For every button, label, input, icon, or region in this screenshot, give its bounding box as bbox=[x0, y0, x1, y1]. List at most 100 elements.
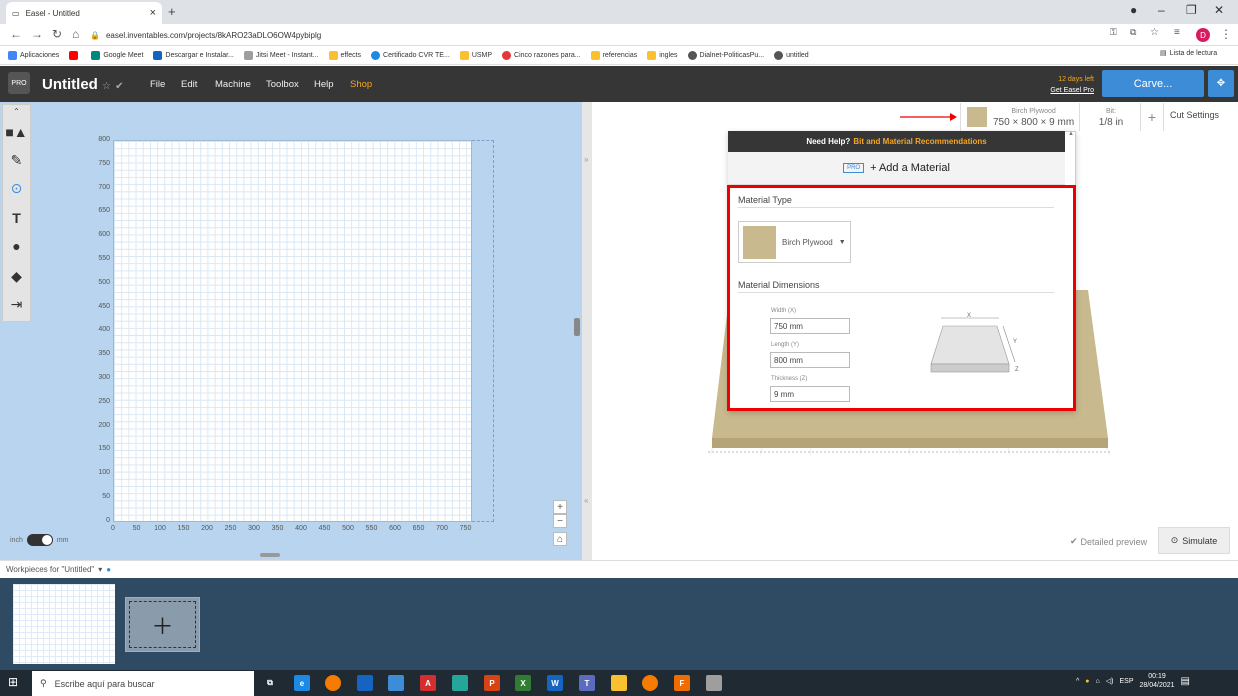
taskbar-search[interactable]: ⚲ Escribe aquí para buscar bbox=[32, 671, 254, 696]
new-tab-button[interactable]: + bbox=[168, 4, 176, 19]
add-bit-button[interactable]: + bbox=[1140, 103, 1164, 131]
carve-button[interactable]: Carve... bbox=[1102, 70, 1204, 97]
material-type-select[interactable]: Birch Plywood ▼ bbox=[738, 221, 851, 263]
excel-icon[interactable]: X bbox=[515, 675, 531, 691]
cut-settings-button[interactable]: Cut Settings bbox=[1170, 110, 1219, 120]
work-area-grid[interactable] bbox=[113, 140, 472, 522]
unit-switch[interactable] bbox=[26, 534, 53, 546]
bookmark-item[interactable]: Certificado CVR TE... bbox=[371, 50, 450, 60]
zoom-in-button[interactable]: + bbox=[553, 500, 567, 514]
key-icon[interactable]: ⚿ bbox=[1110, 27, 1117, 38]
volume-icon[interactable]: ◁) bbox=[1106, 677, 1114, 685]
language-indicator[interactable]: ESP bbox=[1119, 678, 1133, 685]
paint-icon[interactable] bbox=[706, 675, 722, 691]
app-f-icon[interactable]: F bbox=[674, 675, 690, 691]
bookmark-item[interactable]: ingles bbox=[647, 50, 678, 60]
popup-scroll-up-icon[interactable]: ▲ bbox=[1066, 131, 1076, 151]
simulate-button[interactable]: ⊙ Simulate bbox=[1158, 527, 1230, 554]
translate-icon[interactable]: ⧉ bbox=[1130, 27, 1136, 38]
menu-machine[interactable]: Machine bbox=[215, 79, 251, 90]
thickness-field[interactable]: 9 mm bbox=[770, 386, 850, 402]
bookmark-item[interactable]: Dialnet-PoliticasPu... bbox=[687, 50, 764, 60]
network-icon[interactable]: ⌂ bbox=[1096, 678, 1100, 685]
bookmark-item[interactable] bbox=[69, 50, 81, 60]
acrobat-icon[interactable]: A bbox=[420, 675, 436, 691]
teams-icon[interactable]: T bbox=[579, 675, 595, 691]
close-window-icon[interactable]: ✕ bbox=[1214, 3, 1224, 17]
avatar[interactable]: D bbox=[1196, 28, 1210, 42]
bookmark-item[interactable]: effects bbox=[328, 50, 361, 60]
url-field[interactable]: 🔒 easel.inventables.com/projects/8kARO23… bbox=[90, 27, 1090, 43]
shapes-icon[interactable]: ■▲ bbox=[4, 118, 29, 146]
forward-icon[interactable]: → bbox=[31, 27, 43, 41]
clock[interactable]: 00:19 28/04/2021 bbox=[1140, 672, 1175, 690]
project-title[interactable]: Untitled ☆ ✔ bbox=[42, 76, 124, 93]
bookmark-item[interactable]: Cinco razones para... bbox=[502, 50, 581, 60]
width-field[interactable]: 750 mm bbox=[770, 318, 850, 334]
pane-splitter[interactable] bbox=[582, 102, 592, 560]
explorer-icon[interactable] bbox=[357, 675, 373, 691]
more-icon[interactable]: ⋮ bbox=[1220, 27, 1232, 41]
menu-toolbox[interactable]: Toolbox bbox=[266, 79, 299, 90]
windows-start-icon[interactable]: ⊞ bbox=[8, 675, 18, 689]
horizontal-scroll-handle[interactable] bbox=[260, 553, 280, 557]
star-icon[interactable]: ☆ bbox=[1150, 27, 1159, 38]
bookmark-item[interactable]: untitled bbox=[774, 50, 809, 60]
sticky-notes-icon[interactable] bbox=[611, 675, 627, 691]
pen-icon[interactable]: ✎ bbox=[4, 146, 29, 174]
menu-edit[interactable]: Edit bbox=[181, 79, 197, 90]
bookmark-item[interactable]: Google Meet bbox=[91, 50, 143, 60]
recommendations-link[interactable]: Bit and Material Recommendations bbox=[853, 137, 986, 146]
apps-apple-icon[interactable]: ● bbox=[4, 232, 29, 260]
chrome-active-icon[interactable] bbox=[642, 675, 658, 691]
task-view-icon[interactable]: ⧉ bbox=[262, 675, 278, 691]
notifications-icon[interactable]: ▤ bbox=[1181, 676, 1190, 687]
bookmark-item[interactable]: USMP bbox=[459, 50, 492, 60]
reload-icon[interactable]: ↻ bbox=[52, 27, 62, 41]
bit-selector[interactable]: Bit: 1/8 in bbox=[1082, 103, 1140, 131]
word-icon[interactable]: W bbox=[547, 675, 563, 691]
favorite-star-icon[interactable]: ☆ bbox=[102, 81, 111, 92]
text-icon[interactable]: T bbox=[4, 204, 29, 232]
easel-logo[interactable]: PRO bbox=[8, 72, 30, 94]
back-icon[interactable]: ← bbox=[10, 27, 22, 41]
expand-right-icon[interactable]: » bbox=[584, 155, 588, 164]
bookmark-item[interactable]: referencias bbox=[590, 50, 637, 60]
bookmark-item[interactable]: Aplicaciones bbox=[8, 50, 59, 60]
chevron-up-icon[interactable]: ^ bbox=[1076, 678, 1079, 685]
norton-icon[interactable]: ● bbox=[1085, 678, 1089, 685]
import-icon[interactable]: ⇥ bbox=[4, 290, 29, 318]
reading-list-button[interactable]: ▤ Lista de lectura bbox=[1160, 49, 1217, 58]
add-workpiece-button[interactable]: ＋ bbox=[125, 597, 200, 652]
bookmark-item[interactable]: Jitsi Meet - Instant... bbox=[243, 50, 319, 60]
collapse-toolbar-icon[interactable]: ⌃ bbox=[4, 104, 29, 118]
info-icon[interactable]: ● bbox=[106, 565, 111, 574]
unit-toggle[interactable]: inch mm bbox=[10, 534, 69, 546]
length-field[interactable]: 800 mm bbox=[770, 352, 850, 368]
home-icon[interactable]: ⌂ bbox=[72, 27, 79, 41]
chrome-icon[interactable] bbox=[325, 675, 341, 691]
add-material-button[interactable]: PRO + Add a Material bbox=[728, 152, 1065, 185]
browser-tab[interactable]: ▭ Easel - Untitled × bbox=[6, 2, 162, 24]
profile-menu-icon[interactable]: ● bbox=[1130, 3, 1137, 17]
store-icon[interactable] bbox=[388, 675, 404, 691]
move-icon[interactable]: ✥ bbox=[1208, 70, 1234, 97]
chevron-down-icon[interactable]: ▾ bbox=[98, 565, 102, 574]
workpieces-bar[interactable]: Workpieces for "Untitled" ▾ ● bbox=[0, 560, 1238, 578]
detailed-preview-toggle[interactable]: ✔ Detailed preview bbox=[1070, 536, 1147, 547]
bookmark-item[interactable]: Descargar e Instalar... bbox=[153, 50, 234, 60]
home-view-icon[interactable]: ⌂ bbox=[553, 532, 567, 546]
minimize-icon[interactable]: – bbox=[1158, 3, 1165, 17]
workpiece-thumbnail[interactable] bbox=[13, 584, 115, 664]
get-pro-link[interactable]: Get Easel Pro bbox=[1050, 87, 1094, 94]
material-selector[interactable]: Birch Plywood 750 × 800 × 9 mm bbox=[960, 103, 1080, 131]
menu-help[interactable]: Help bbox=[314, 79, 334, 90]
menu-file[interactable]: File bbox=[150, 79, 165, 90]
menu-shop[interactable]: Shop bbox=[350, 79, 372, 90]
edge-icon[interactable]: e bbox=[294, 675, 310, 691]
app-icon[interactable] bbox=[452, 675, 468, 691]
restore-icon[interactable]: ❐ bbox=[1186, 3, 1197, 17]
point-icon[interactable]: ⊙ bbox=[4, 174, 29, 202]
3d-box-icon[interactable]: ◆ bbox=[4, 262, 29, 290]
powerpoint-icon[interactable]: P bbox=[484, 675, 500, 691]
